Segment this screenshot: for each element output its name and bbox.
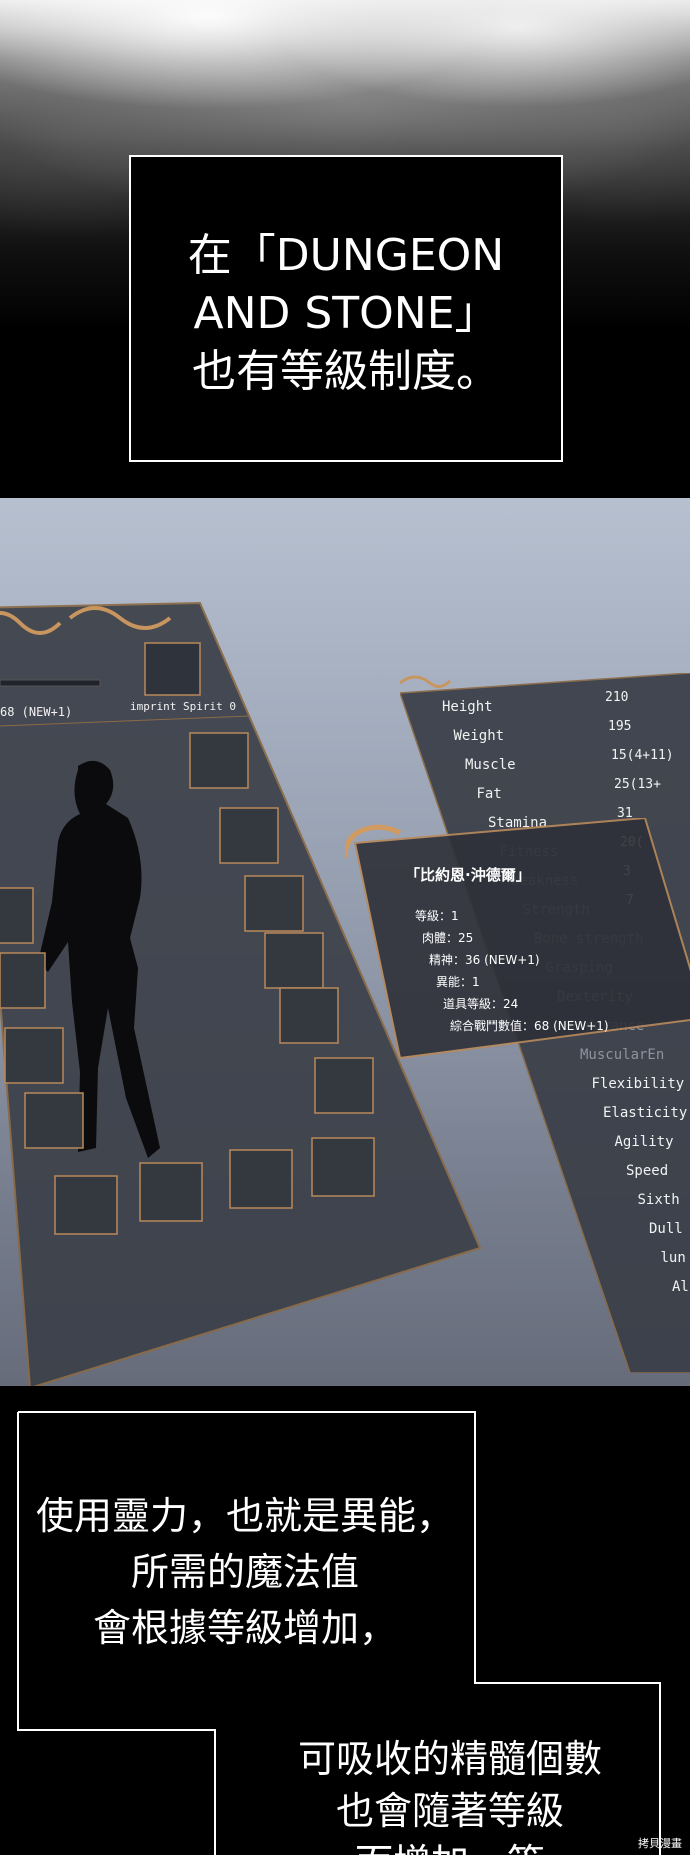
equipment-slot[interactable] xyxy=(279,987,339,1044)
game-ui-scene: 68 (NEW+1) imprint Spirit 0 Height Weigh… xyxy=(0,498,690,1386)
equipment-slot[interactable] xyxy=(244,875,304,932)
equipment-slot[interactable] xyxy=(54,1175,118,1235)
stat-value: 195 xyxy=(608,719,631,734)
equipment-slot[interactable] xyxy=(229,1149,293,1209)
narration-text-1: 在「DUNGEON AND STONE」 也有等級制度。 xyxy=(187,230,505,397)
ornament-icon xyxy=(400,675,452,688)
popup-line: 等級：1 xyxy=(415,909,459,923)
stat-value: 15(4+11) xyxy=(611,748,674,763)
equipment-slot[interactable] xyxy=(0,887,34,944)
stat-label: Agility xyxy=(615,1134,674,1150)
popup-line: 綜合戰鬥數值：68 (NEW+1) xyxy=(450,1018,609,1033)
equipment-slot[interactable] xyxy=(0,952,46,1009)
equipment-slot[interactable] xyxy=(24,1092,84,1149)
equipment-value: 68 (NEW+1) xyxy=(0,705,72,719)
watermark: 拷貝漫畫 xyxy=(638,1837,682,1850)
equipment-slot[interactable] xyxy=(219,807,279,864)
popup-line: 異能：1 xyxy=(436,975,480,989)
stat-label: Fat xyxy=(477,786,502,802)
stat-label: Muscle xyxy=(465,757,516,773)
stat-label: Sixth xyxy=(638,1192,680,1208)
stat-label: Elasticity xyxy=(603,1105,687,1121)
equipment-slot[interactable] xyxy=(189,732,249,789)
popup-line: 肉體：25 xyxy=(422,931,473,945)
equipment-slot[interactable] xyxy=(4,1027,64,1084)
stat-label: Height xyxy=(442,699,493,715)
imprint-spirit-label: imprint Spirit 0 xyxy=(130,700,236,713)
stat-label: Speed xyxy=(626,1163,668,1179)
stat-value: 25(13+ xyxy=(614,777,661,792)
narration-box-1: 在「DUNGEON AND STONE」 也有等級制度。 xyxy=(129,155,563,462)
stat-label: Al xyxy=(672,1279,689,1295)
narration-text-3: 可吸收的精髓個數 也會隨著等級 而增加。等 xyxy=(297,1737,602,1855)
progress-bar xyxy=(0,679,101,687)
equipment-slot[interactable] xyxy=(144,642,201,696)
stat-value: 210 xyxy=(605,690,628,705)
popup-line: 精神：36 (NEW+1) xyxy=(429,953,540,967)
stat-label: Dull xyxy=(649,1221,683,1237)
equipment-slot[interactable] xyxy=(264,932,324,989)
character-info-popup: 「比約恩·沖德爾」 等級：1 肉體：25 精神：36 (NEW+1) 異能：1 道具等級… xyxy=(345,818,690,1060)
equipment-slot[interactable] xyxy=(311,1137,375,1197)
popup-title: 「比約恩·沖德爾」 xyxy=(405,866,531,884)
stat-label: lun xyxy=(661,1250,686,1266)
equipment-slot[interactable] xyxy=(139,1162,203,1222)
narration-text-2: 使用靈力，也就是異能， 所需的魔法值 會根據等級增加， xyxy=(35,1494,454,1650)
stat-label: Weight xyxy=(454,728,505,744)
popup-line: 道具等級：24 xyxy=(443,997,518,1011)
